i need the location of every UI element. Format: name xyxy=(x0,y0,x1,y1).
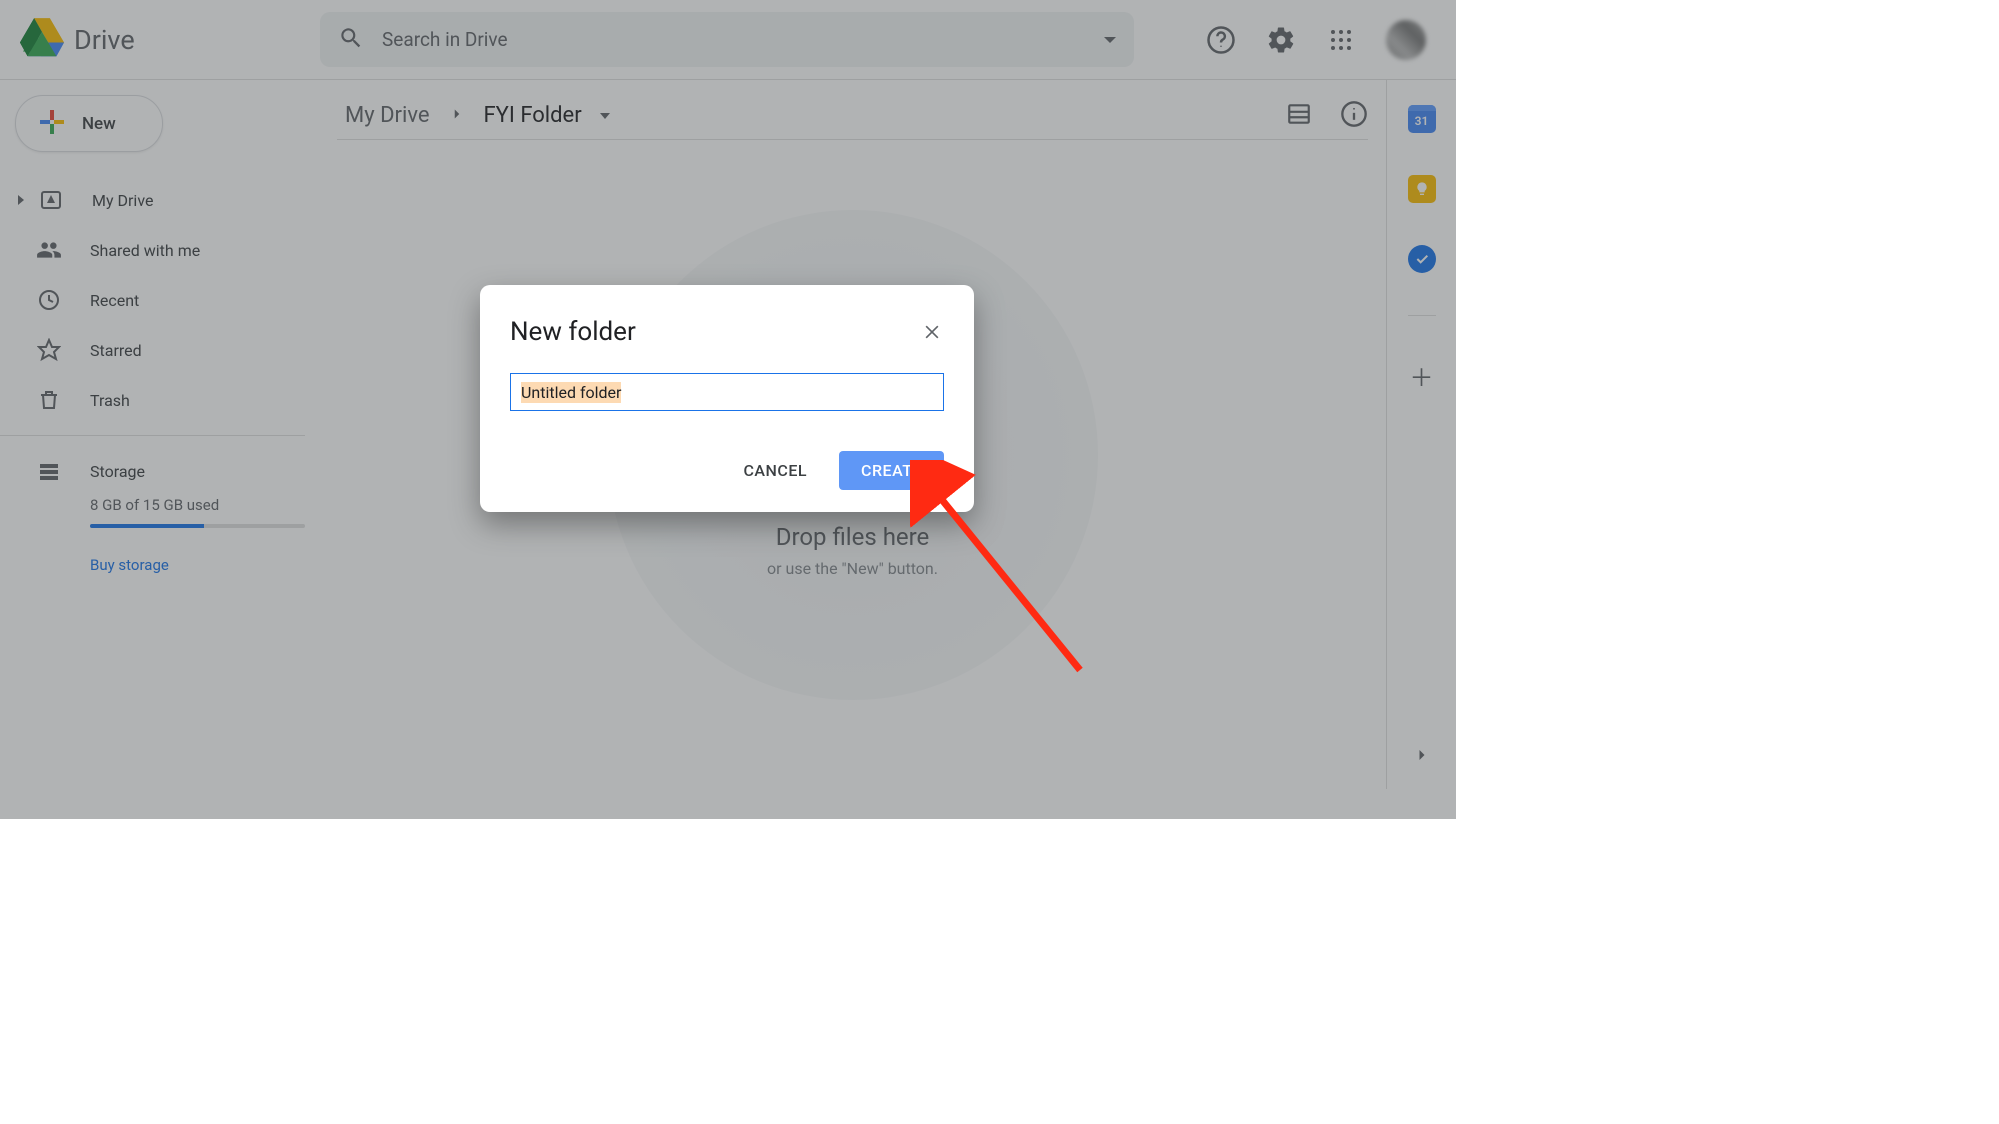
cancel-button[interactable]: CANCEL xyxy=(721,451,829,490)
folder-name-input-value: Untitled folder xyxy=(521,382,621,403)
new-folder-dialog: New folder Untitled folder CANCEL CREATE xyxy=(480,285,974,512)
dialog-close-icon[interactable] xyxy=(920,320,944,344)
folder-name-input[interactable]: Untitled folder xyxy=(510,373,944,411)
create-button[interactable]: CREATE xyxy=(839,451,944,490)
dialog-title: New folder xyxy=(510,317,636,347)
